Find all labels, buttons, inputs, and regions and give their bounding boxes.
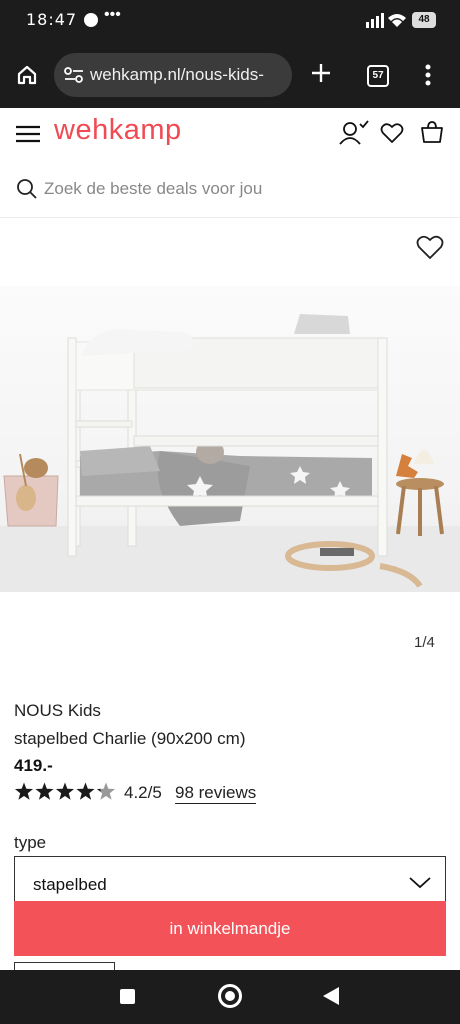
- add-to-cart-button[interactable]: in winkelmandje: [14, 901, 446, 956]
- menu-icon[interactable]: [16, 125, 40, 143]
- tab-switcher-button[interactable]: 57: [367, 65, 389, 87]
- product-name: stapelbed Charlie (90x200 cm): [14, 729, 246, 748]
- product-brand[interactable]: NOUS Kids: [14, 701, 101, 721]
- shopping-bag-icon[interactable]: [420, 120, 444, 144]
- type-label: type: [14, 833, 47, 852]
- system-nav-bar: [0, 970, 460, 1024]
- site-settings-icon[interactable]: [64, 67, 84, 83]
- secondary-select[interactable]: [14, 962, 115, 970]
- status-time: 18:47: [26, 10, 78, 29]
- rating-score: 4.2/5: [124, 783, 162, 802]
- search-bar: [0, 160, 460, 218]
- rating-star-icon: [76, 782, 95, 800]
- rating-star-icon: [96, 782, 116, 800]
- search-input[interactable]: [44, 176, 424, 202]
- new-tab-icon[interactable]: [310, 62, 332, 84]
- signal-wifi-icon: [366, 13, 406, 28]
- wehkamp-logo[interactable]: wehkamp: [54, 114, 182, 147]
- home-icon[interactable]: [16, 64, 38, 86]
- more-notifications-icon: •••: [104, 6, 121, 23]
- wishlist-icon[interactable]: [380, 122, 404, 144]
- recents-button[interactable]: [120, 989, 135, 1004]
- home-button[interactable]: [218, 984, 242, 1008]
- browser-toolbar: wehkamp.nl/nous-kids- 57: [0, 42, 460, 108]
- add-to-wishlist-icon[interactable]: [416, 234, 444, 260]
- messenger-icon: [84, 13, 98, 27]
- rating-star-icon: [35, 782, 54, 800]
- battery-icon: 48: [412, 12, 436, 28]
- type-select-value: stapelbed: [33, 875, 107, 894]
- back-icon[interactable]: [322, 986, 340, 1006]
- account-icon[interactable]: [338, 120, 370, 146]
- chevron-down-icon: [409, 877, 431, 889]
- rating-star-icon: [55, 782, 75, 800]
- status-bar: 18:47 ••• 48: [0, 0, 460, 42]
- url-text: wehkamp.nl/nous-kids-: [90, 65, 264, 84]
- gallery-counter: 1/4: [414, 634, 435, 651]
- product-image[interactable]: [0, 286, 460, 592]
- address-bar[interactable]: wehkamp.nl/nous-kids-: [54, 53, 292, 97]
- bunk-bed-illustration: [0, 314, 460, 592]
- rating-star-icon: [14, 782, 34, 800]
- search-icon: [17, 179, 37, 199]
- reviews-link[interactable]: 98 reviews: [175, 783, 257, 804]
- site-header: wehkamp: [0, 108, 460, 160]
- overflow-menu-icon[interactable]: [424, 64, 432, 86]
- product-price: 419.-: [14, 756, 53, 775]
- rating-stars: [14, 782, 116, 800]
